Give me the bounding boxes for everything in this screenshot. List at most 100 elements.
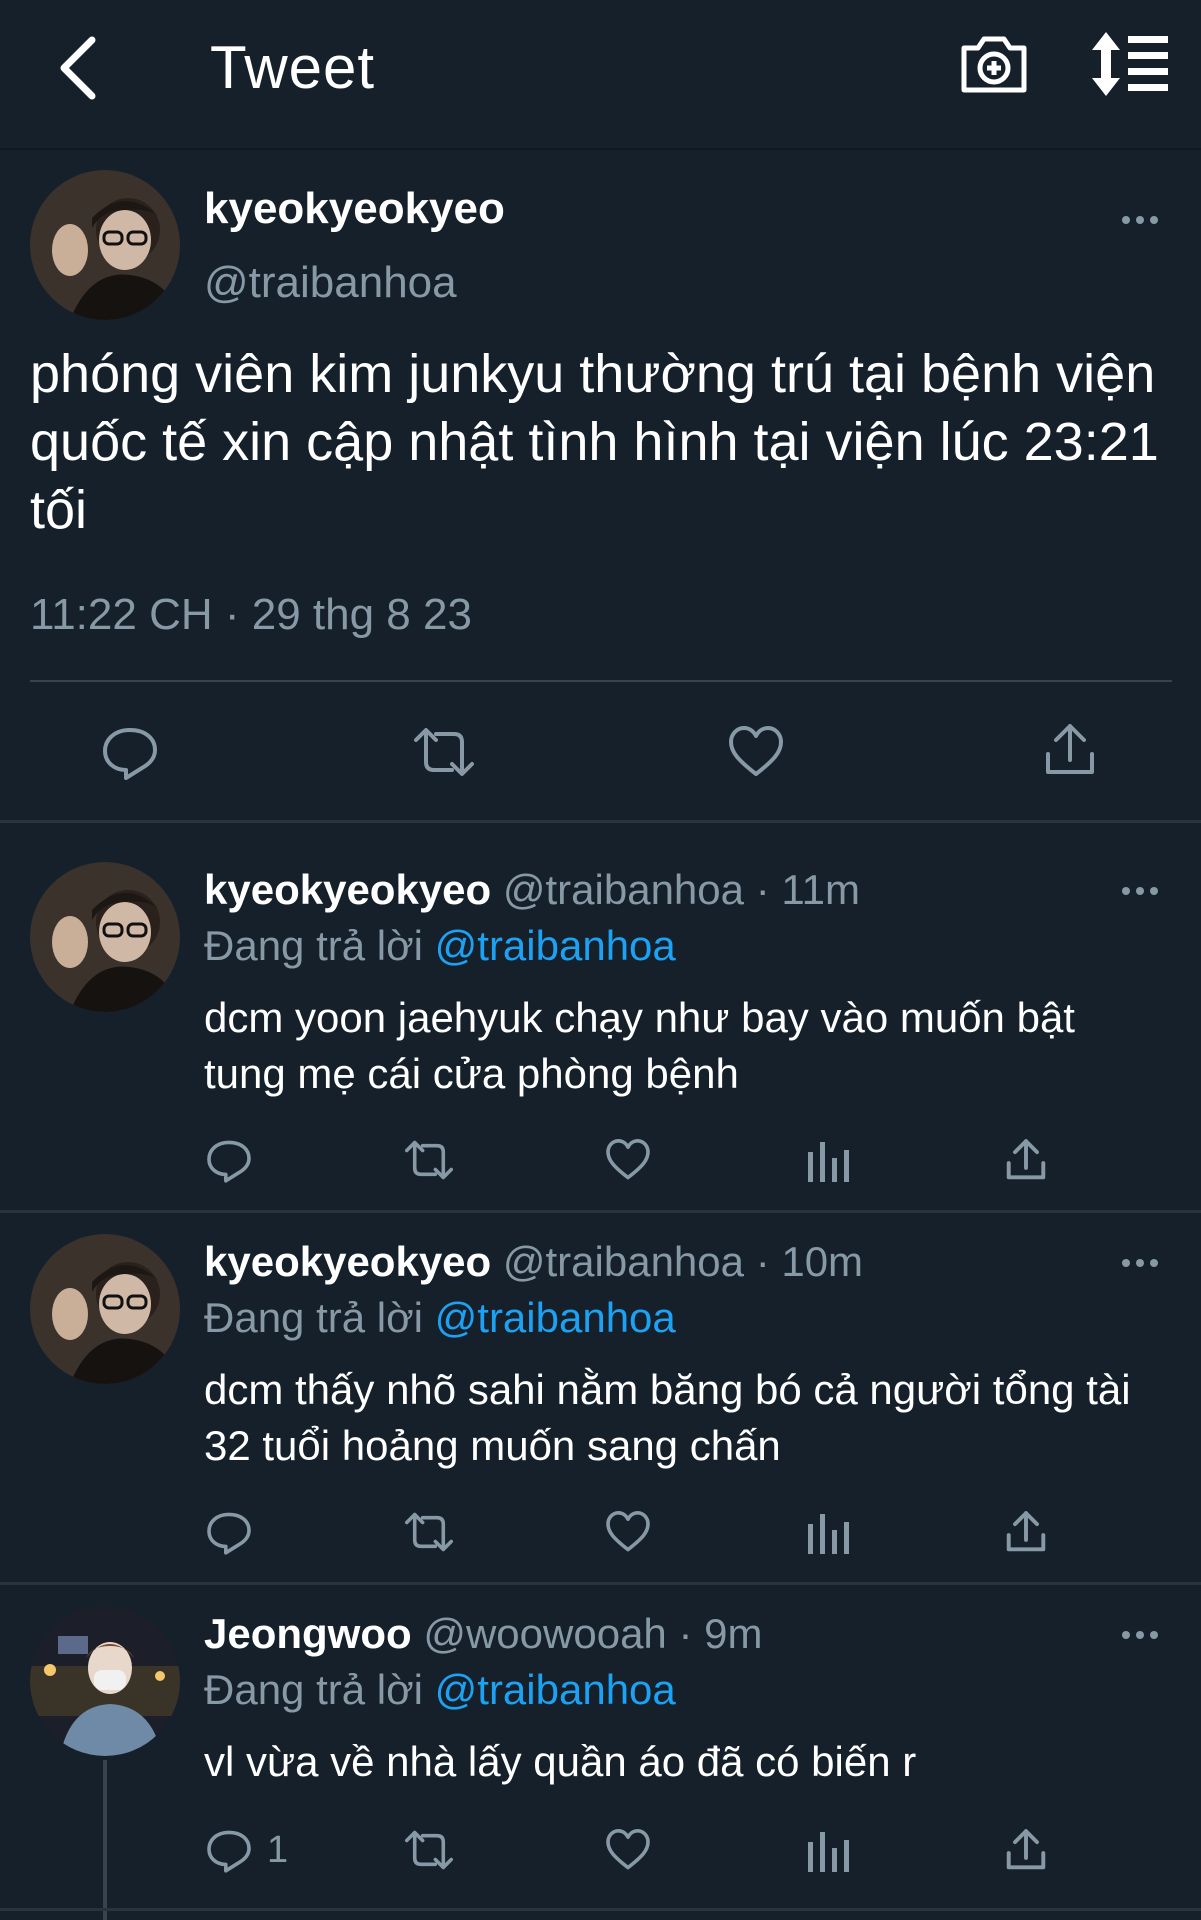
author-handle[interactable]: @traibanhoa <box>204 258 457 308</box>
reply-author-handle[interactable]: @traibanhoa <box>503 866 744 913</box>
more-options-button[interactable] <box>1110 1620 1170 1650</box>
divider <box>30 680 1172 682</box>
reply-author-name[interactable]: kyeokyeokyeo <box>204 1238 491 1285</box>
more-dot <box>1136 1259 1144 1267</box>
reply-button[interactable] <box>205 1508 267 1556</box>
retweet-icon <box>414 728 474 776</box>
avatar[interactable] <box>30 170 180 320</box>
share-icon <box>1046 724 1094 774</box>
like-button[interactable] <box>604 1826 652 1874</box>
more-dot <box>1136 1631 1144 1639</box>
separator <box>0 1908 1201 1911</box>
reply-author-name[interactable]: kyeokyeokyeo <box>204 866 491 913</box>
sort-list-icon <box>1092 32 1168 96</box>
reply-time: · 11m <box>755 866 860 913</box>
replying-mention[interactable]: @traibanhoa <box>435 1294 676 1341</box>
retweet-button[interactable] <box>402 1508 456 1556</box>
share-button[interactable] <box>1004 1136 1048 1184</box>
camera-button[interactable] <box>956 26 1032 102</box>
heart-icon <box>606 1829 650 1870</box>
heart-icon <box>729 726 783 776</box>
more-options-button[interactable] <box>1110 205 1170 235</box>
like-button[interactable] <box>726 722 786 782</box>
more-dot <box>1150 1631 1158 1639</box>
retweet-icon <box>404 1830 454 1870</box>
reply-header: Jeongwoo @woowooah · 9m <box>204 1610 762 1658</box>
replying-label: Đang trả lời <box>204 1294 423 1341</box>
analytics-icon <box>808 1832 849 1872</box>
like-button[interactable] <box>604 1136 652 1184</box>
like-button[interactable] <box>604 1508 652 1556</box>
tweet-timestamp: 11:22 CH · 29 thg 8 23 <box>30 590 472 639</box>
avatar-photo <box>30 1606 180 1756</box>
reply-button[interactable] <box>100 722 160 782</box>
reply-text: vl vừa về nhà lấy quần áo đã có biến r <box>204 1738 917 1785</box>
share-button[interactable] <box>1004 1508 1048 1556</box>
more-options-button[interactable] <box>1110 876 1170 906</box>
reply-time: · 10m <box>755 1238 864 1285</box>
analytics-icon <box>808 1142 849 1182</box>
avatar[interactable] <box>30 1606 180 1756</box>
replying-to: Đang trả lời @traibanhoa <box>204 1294 676 1342</box>
reply-author-handle[interactable]: @woowooah <box>423 1610 666 1657</box>
separator <box>0 1582 1201 1585</box>
avatar-photo <box>30 170 180 320</box>
reply-author-handle[interactable]: @traibanhoa <box>503 1238 744 1285</box>
separator <box>0 820 1201 823</box>
analytics-button[interactable] <box>806 1828 850 1874</box>
more-dot <box>1150 1259 1158 1267</box>
replying-to: Đang trả lời @traibanhoa <box>204 1666 676 1714</box>
reply-button[interactable] <box>205 1136 267 1184</box>
more-options-button[interactable] <box>1110 1248 1170 1278</box>
reply-icon <box>207 1830 251 1873</box>
retweet-button[interactable] <box>402 1136 456 1184</box>
analytics-button[interactable] <box>806 1138 850 1184</box>
share-icon <box>1006 1511 1046 1552</box>
reply-icon <box>207 1512 251 1555</box>
share-button[interactable] <box>1004 1826 1048 1874</box>
more-dot <box>1122 1259 1130 1267</box>
share-icon <box>1006 1139 1046 1180</box>
avatar[interactable] <box>30 1234 180 1384</box>
replying-label: Đang trả lời <box>204 1666 423 1713</box>
retweet-icon <box>404 1512 454 1552</box>
more-dot <box>1136 216 1144 224</box>
replying-to: Đang trả lời @traibanhoa <box>204 922 676 970</box>
heart-icon <box>606 1511 650 1552</box>
analytics-icon <box>808 1514 849 1554</box>
retweet-icon <box>404 1140 454 1180</box>
reply-icon <box>103 728 157 780</box>
reply-author-name[interactable]: Jeongwoo <box>204 1610 412 1657</box>
more-dot <box>1150 216 1158 224</box>
separator <box>0 1210 1201 1213</box>
replying-mention[interactable]: @traibanhoa <box>435 1666 676 1713</box>
analytics-button[interactable] <box>806 1510 850 1556</box>
reply-text: dcm yoon jaehyuk chạy như bay vào muốn b… <box>204 994 1075 1097</box>
reply-header: kyeokyeokyeo @traibanhoa · 11m <box>204 866 860 914</box>
avatar[interactable] <box>30 862 180 1012</box>
more-dot <box>1122 887 1130 895</box>
more-dot <box>1122 1631 1130 1639</box>
replying-mention[interactable]: @traibanhoa <box>435 922 676 969</box>
thread-line <box>103 1760 107 1920</box>
page-title: Tweet <box>210 34 376 101</box>
avatar-photo <box>30 1234 180 1384</box>
camera-plus-icon <box>961 36 1027 93</box>
chevron-left-icon <box>60 36 96 100</box>
avatar-photo <box>30 862 180 1012</box>
sort-button[interactable] <box>1090 26 1172 102</box>
retweet-button[interactable] <box>410 722 478 782</box>
reply-button[interactable]: 1 <box>205 1826 288 1874</box>
reply-text: dcm thấy nhõ sahi nằm băng bó cả người t… <box>204 1366 1131 1469</box>
more-dot <box>1150 887 1158 895</box>
replying-label: Đang trả lời <box>204 922 423 969</box>
reply-icon <box>207 1140 251 1183</box>
tweet-text: phóng viên kim junkyu thường trú tại bện… <box>30 344 1159 540</box>
reply-header: kyeokyeokyeo @traibanhoa · 10m <box>204 1238 863 1286</box>
share-icon <box>1006 1829 1046 1870</box>
author-name[interactable]: kyeokyeokyeo <box>204 184 505 234</box>
reply-count: 1 <box>267 1828 289 1871</box>
share-button[interactable] <box>1042 720 1098 780</box>
back-button[interactable] <box>38 28 118 108</box>
retweet-button[interactable] <box>402 1826 456 1874</box>
